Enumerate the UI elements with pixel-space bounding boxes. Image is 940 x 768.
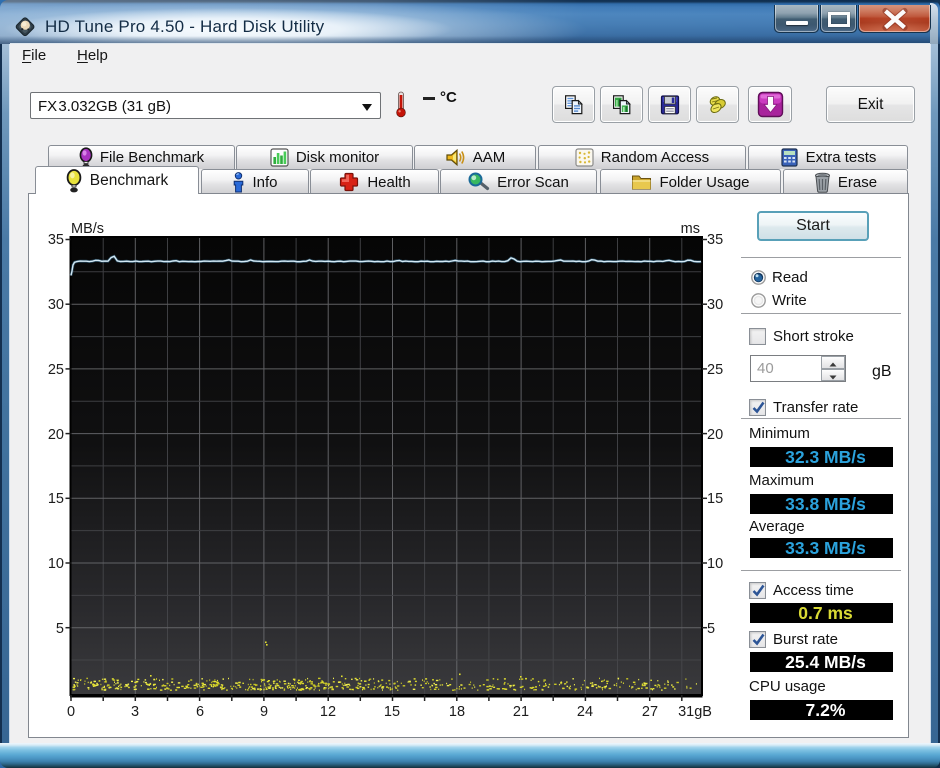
svg-text:35: 35: [48, 232, 64, 248]
svg-text:25: 25: [48, 362, 64, 378]
svg-text:10: 10: [48, 556, 64, 572]
svg-text:12: 12: [320, 704, 336, 720]
svg-text:3: 3: [131, 704, 139, 720]
svg-text:30: 30: [707, 297, 723, 313]
svg-text:25: 25: [707, 362, 723, 378]
svg-text:21: 21: [513, 704, 529, 720]
svg-text:15: 15: [48, 491, 64, 507]
svg-text:27: 27: [642, 704, 658, 720]
svg-text:15: 15: [707, 491, 723, 507]
svg-text:9: 9: [260, 704, 268, 720]
svg-text:10: 10: [707, 556, 723, 572]
svg-text:ms: ms: [681, 221, 700, 237]
svg-text:35: 35: [707, 232, 723, 248]
svg-text:MB/s: MB/s: [71, 221, 104, 237]
svg-text:6: 6: [196, 704, 204, 720]
svg-text:5: 5: [707, 621, 715, 637]
svg-text:20: 20: [707, 427, 723, 443]
svg-text:31gB: 31gB: [678, 704, 712, 720]
svg-text:15: 15: [384, 704, 400, 720]
svg-text:18: 18: [449, 704, 465, 720]
svg-text:20: 20: [48, 427, 64, 443]
svg-text:0: 0: [67, 704, 75, 720]
svg-text:5: 5: [56, 621, 64, 637]
svg-text:24: 24: [577, 704, 593, 720]
svg-text:30: 30: [48, 297, 64, 313]
